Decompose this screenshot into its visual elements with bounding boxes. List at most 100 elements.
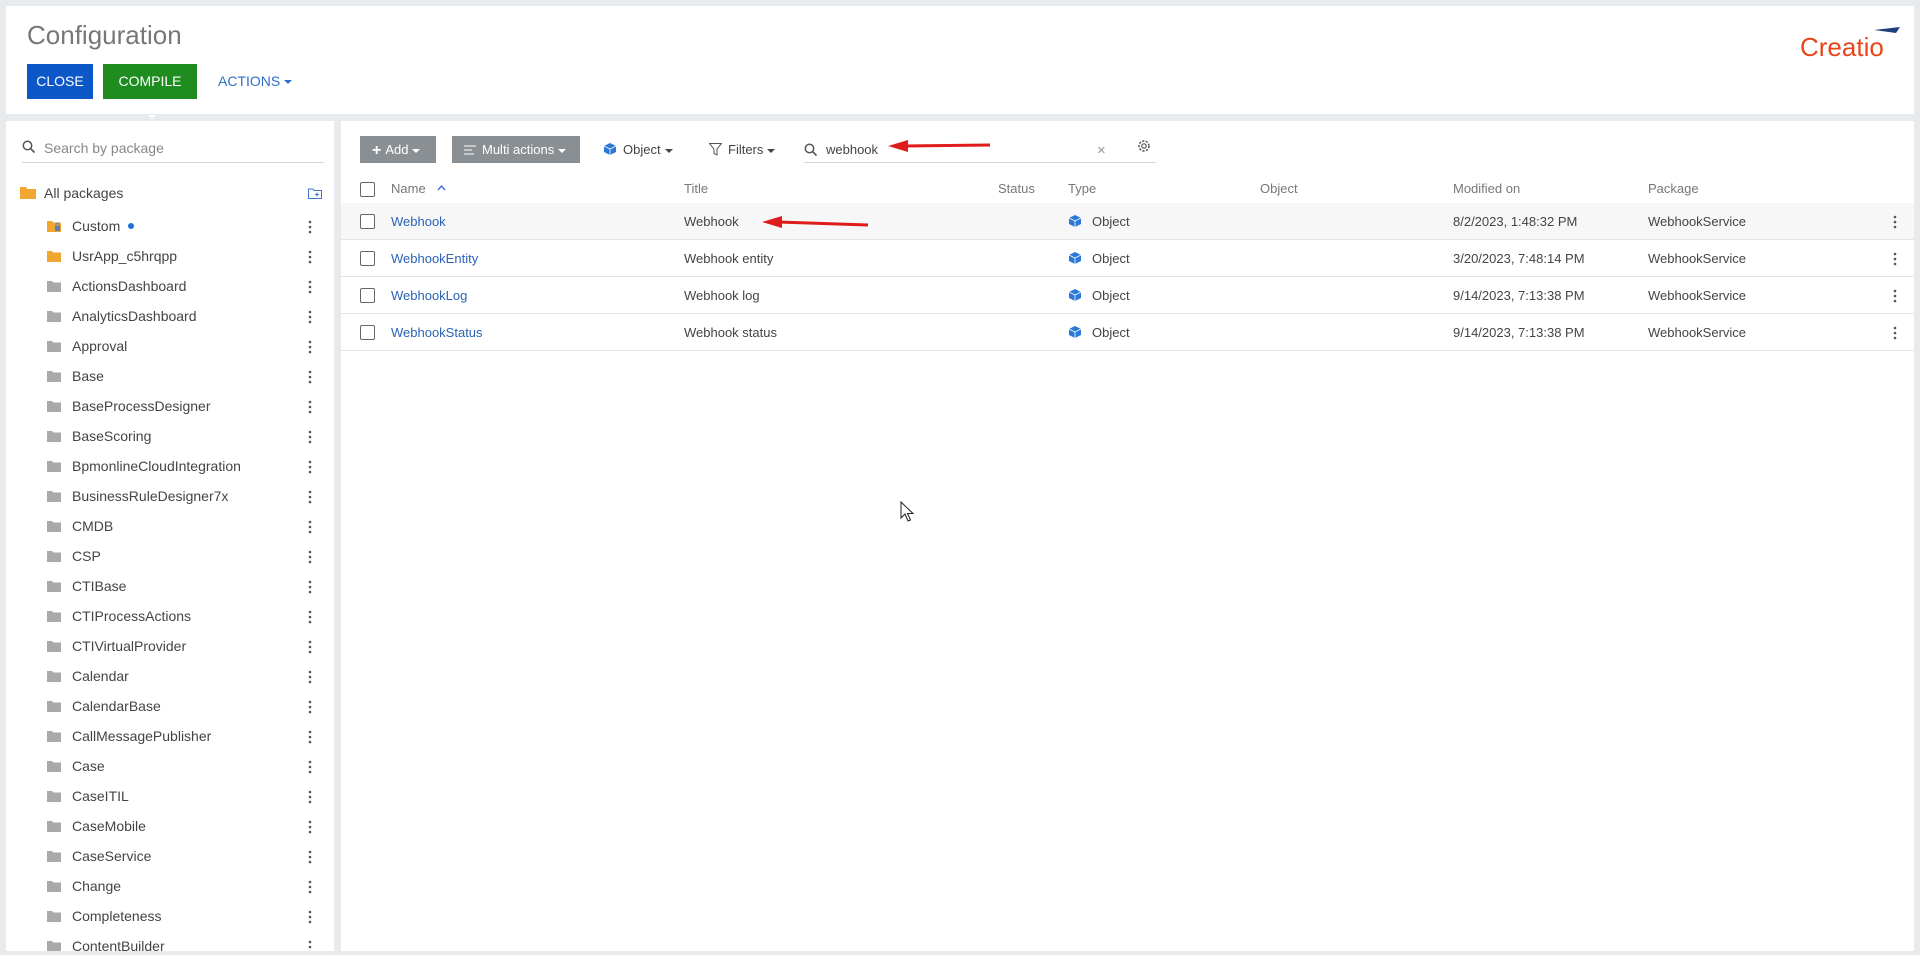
cell-modified-on: 8/2/2023, 1:48:32 PM (1453, 214, 1578, 229)
more-vertical-icon[interactable] (305, 729, 315, 745)
more-vertical-icon[interactable] (305, 549, 315, 565)
sidebar-item-baseprocessdesigner[interactable]: BaseProcessDesigner (6, 391, 334, 421)
sidebar-item-label: CaseMobile (72, 818, 146, 834)
column-header-object[interactable]: Object (1260, 181, 1298, 196)
sidebar-item-casemobile[interactable]: CaseMobile (6, 811, 334, 841)
more-vertical-icon[interactable] (305, 789, 315, 805)
sidebar-item-csp[interactable]: CSP (6, 541, 334, 571)
more-vertical-icon[interactable] (305, 309, 315, 325)
sidebar-item-businessruledesigner7x[interactable]: BusinessRuleDesigner7x (6, 481, 334, 511)
row-checkbox[interactable] (360, 251, 375, 266)
column-header-package[interactable]: Package (1648, 181, 1699, 196)
object-filter-button[interactable]: Object (603, 136, 673, 163)
cell-name-link[interactable]: WebhookLog (391, 288, 467, 303)
more-vertical-icon[interactable] (305, 669, 315, 685)
sidebar-item-caseitil[interactable]: CaseITIL (6, 781, 334, 811)
sidebar-item-contentbuilder[interactable]: ContentBuilder (6, 931, 334, 951)
multi-actions-button[interactable]: Multi actions (452, 136, 580, 163)
sidebar-item-calendarbase[interactable]: CalendarBase (6, 691, 334, 721)
gear-icon[interactable] (1136, 138, 1152, 154)
table-row[interactable]: WebhookEntity Webhook entity Object 3/20/20… (341, 240, 1914, 277)
more-vertical-icon[interactable] (305, 609, 315, 625)
more-vertical-icon[interactable] (305, 459, 315, 475)
more-vertical-icon[interactable] (1891, 325, 1899, 341)
sidebar-item-approval[interactable]: Approval (6, 331, 334, 361)
sidebar-item-ctibase[interactable]: CTIBase (6, 571, 334, 601)
more-vertical-icon[interactable] (305, 879, 315, 895)
folder-icon (47, 791, 61, 802)
more-vertical-icon[interactable] (305, 399, 315, 415)
more-vertical-icon[interactable] (305, 279, 315, 295)
sidebar-item-calendar[interactable]: Calendar (6, 661, 334, 691)
table-row[interactable]: WebhookLog Webhook log Object 9/14/2023, 7:… (341, 277, 1914, 314)
more-vertical-icon[interactable] (1891, 288, 1899, 304)
add-button[interactable]: + Add (360, 136, 436, 163)
sidebar-item-change[interactable]: Change (6, 871, 334, 901)
close-button[interactable]: CLOSE (27, 64, 93, 99)
column-header-modified-on[interactable]: Modified on (1453, 181, 1520, 196)
sidebar-item-completeness[interactable]: Completeness (6, 901, 334, 931)
sidebar-item-case[interactable]: Case (6, 751, 334, 781)
actions-button[interactable]: ACTIONS (218, 64, 293, 99)
more-vertical-icon[interactable] (305, 489, 315, 505)
table-row[interactable]: Webhook Webhook Object 8/2/2023, 1:48:32 PM… (341, 203, 1914, 240)
row-checkbox[interactable] (360, 214, 375, 229)
sidebar-item-ctiprocessactions[interactable]: CTIProcessActions (6, 601, 334, 631)
sidebar-item-usrapp_c5hrqpp[interactable]: UsrApp_c5hrqpp (6, 241, 334, 271)
sidebar-item-ctivirtualprovider[interactable]: CTIVirtualProvider (6, 631, 334, 661)
sidebar-item-caseservice[interactable]: CaseService (6, 841, 334, 871)
sidebar-item-analyticsdashboard[interactable]: AnalyticsDashboard (6, 301, 334, 331)
sidebar-item-custom[interactable]: Custom (6, 211, 334, 241)
more-vertical-icon[interactable] (305, 849, 315, 865)
sidebar-item-label: CSP (72, 548, 101, 564)
sidebar-item-callmessagepublisher[interactable]: CallMessagePublisher (6, 721, 334, 751)
folder-icon (47, 311, 61, 322)
sidebar-item-bpmonlinecloudintegration[interactable]: BpmonlineCloudIntegration (6, 451, 334, 481)
column-header-type[interactable]: Type (1068, 181, 1096, 196)
more-vertical-icon[interactable] (305, 759, 315, 775)
cell-name-link[interactable]: Webhook (391, 214, 446, 229)
more-vertical-icon[interactable] (305, 219, 315, 235)
cell-type: Object (1092, 325, 1130, 340)
sidebar-item-basescoring[interactable]: BaseScoring (6, 421, 334, 451)
sidebar-item-cmdb[interactable]: CMDB (6, 511, 334, 541)
add-folder-icon[interactable] (308, 188, 322, 199)
sort-asc-icon (437, 184, 446, 191)
more-vertical-icon[interactable] (305, 579, 315, 595)
more-vertical-icon[interactable] (305, 369, 315, 385)
folder-icon (47, 851, 61, 862)
folder-icon (47, 491, 61, 502)
filters-button[interactable]: Filters (708, 136, 776, 163)
folder-icon (47, 551, 61, 562)
more-vertical-icon[interactable] (305, 639, 315, 655)
more-vertical-icon[interactable] (305, 699, 315, 715)
package-search-input[interactable] (44, 137, 314, 159)
more-vertical-icon[interactable] (1891, 251, 1899, 267)
cell-name-link[interactable]: WebhookEntity (391, 251, 478, 266)
cube-icon (1068, 326, 1082, 338)
table-row[interactable]: WebhookStatus Webhook status Object 9/14/20… (341, 314, 1914, 351)
more-vertical-icon[interactable] (1891, 214, 1899, 230)
more-vertical-icon[interactable] (305, 939, 315, 951)
column-header-status[interactable]: Status (998, 181, 1035, 196)
more-vertical-icon[interactable] (305, 519, 315, 535)
clear-icon[interactable]: × (1097, 142, 1106, 159)
more-vertical-icon[interactable] (305, 819, 315, 835)
column-name-label: Name (391, 181, 426, 196)
all-packages-item[interactable]: All packages (20, 181, 330, 205)
compile-button[interactable]: COMPILE (103, 64, 197, 120)
sidebar-item-base[interactable]: Base (6, 361, 334, 391)
select-all-checkbox[interactable] (360, 182, 375, 197)
row-checkbox[interactable] (360, 325, 375, 340)
more-vertical-icon[interactable] (305, 909, 315, 925)
column-header-name[interactable]: Name (391, 181, 446, 196)
cell-package: WebhookService (1648, 214, 1747, 229)
list-icon (464, 145, 476, 155)
more-vertical-icon[interactable] (305, 429, 315, 445)
row-checkbox[interactable] (360, 288, 375, 303)
column-header-title[interactable]: Title (684, 181, 708, 196)
more-vertical-icon[interactable] (305, 339, 315, 355)
more-vertical-icon[interactable] (305, 249, 315, 265)
sidebar-item-actionsdashboard[interactable]: ActionsDashboard (6, 271, 334, 301)
cell-name-link[interactable]: WebhookStatus (391, 325, 483, 340)
